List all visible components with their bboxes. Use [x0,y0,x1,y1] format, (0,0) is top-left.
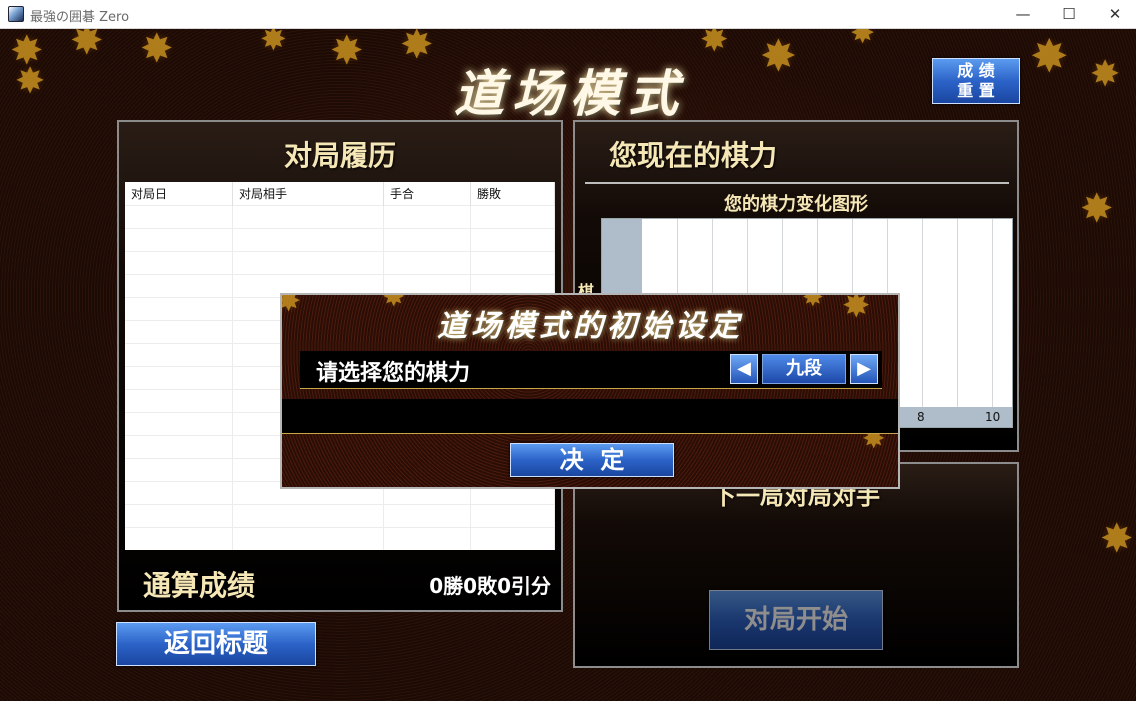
total-record-value: 0勝0敗0引分 [429,574,551,598]
maple-leaf-icon: ✸ [140,29,174,72]
dialog-info-strip [282,399,898,434]
maple-leaf-icon: ✸ [330,29,364,74]
arrow-left-icon: ◀ [737,358,751,379]
maple-leaf-icon: ✸ [70,29,104,64]
maple-leaf-icon: ✸ [1030,29,1069,83]
game-stage: ✸ ✸ ✸ ✸ ✸ ✸ ✸ ✸ ✸ ✸ ✸ ✸ ✸ ✸ 道场模式 成 绩 重 置… [0,29,1136,701]
divider [585,182,1009,184]
total-record-label: 通算成绩 [143,569,256,602]
prev-rank-button[interactable]: ◀ [730,354,758,384]
maple-leaf-icon: ✸ [1090,54,1121,95]
graph-title: 您的棋力变化图形 [724,194,868,215]
arrow-right-icon: ▶ [857,358,871,379]
table-row [125,527,555,550]
app-icon [8,6,24,22]
history-title: 对局履历 [283,139,396,172]
maple-leaf-icon: ✸ [700,29,729,60]
grid-line [922,219,923,407]
confirm-button[interactable]: 决 定 [510,443,674,477]
column-header-opponent: 对局相手 [232,182,384,206]
rank-prompt: 请选择您的棋力 [316,361,471,386]
close-button[interactable]: ✕ [1092,0,1136,28]
grid-line [992,219,993,407]
initial-setup-dialog: ✸ ✸ ✸ ✸ ✸ 道场模式的初始设定 请选择您的棋力 ◀ 九段 ▶ 决 定 [280,293,900,489]
maple-leaf-icon: ✸ [15,61,46,102]
window-title: 最強の囲碁 Zero [30,10,130,25]
opponent-panel: 下一局对局对手 对局开始 [573,462,1019,668]
table-row [125,251,555,275]
dialog-title: 道场模式的初始设定 [437,309,743,344]
x-tick-label: 8 [917,410,925,424]
column-header-handicap: 手合 [383,182,471,206]
reset-results-button[interactable]: 成 绩 重 置 [932,58,1020,104]
reset-button-line2: 重 置 [957,81,995,100]
maple-leaf-icon: ✸ [1100,516,1134,562]
table-row [125,205,555,229]
column-header-date: 对局日 [125,182,233,206]
minimize-button[interactable]: — [1000,0,1046,28]
maple-leaf-icon: ✸ [400,29,434,68]
maximize-button[interactable]: ☐ [1046,0,1092,28]
window-titlebar: 最強の囲碁 Zero — ☐ ✕ [0,0,1136,29]
column-header-result: 勝敗 [470,182,555,206]
start-game-button[interactable]: 对局开始 [709,590,883,650]
back-to-title-button[interactable]: 返回标题 [116,622,316,666]
grid-line [957,219,958,407]
strength-title: 您现在的棋力 [609,139,778,172]
maple-leaf-icon: ✸ [260,29,287,58]
rank-selector[interactable]: ◀ 九段 ▶ [730,354,878,384]
maple-leaf-icon: ✸ [850,29,876,51]
x-tick-label: 10 [985,410,1001,424]
maple-leaf-icon: ✸ [1080,186,1114,232]
rank-select-row: 请选择您的棋力 ◀ 九段 ▶ [300,351,882,389]
next-rank-button[interactable]: ▶ [850,354,878,384]
selected-rank[interactable]: 九段 [762,354,846,384]
reset-button-line1: 成 绩 [957,61,995,80]
table-row [125,504,555,528]
screen-title: 道场模式 [454,64,686,123]
maple-leaf-icon: ✸ [760,31,797,82]
table-row [125,228,555,252]
